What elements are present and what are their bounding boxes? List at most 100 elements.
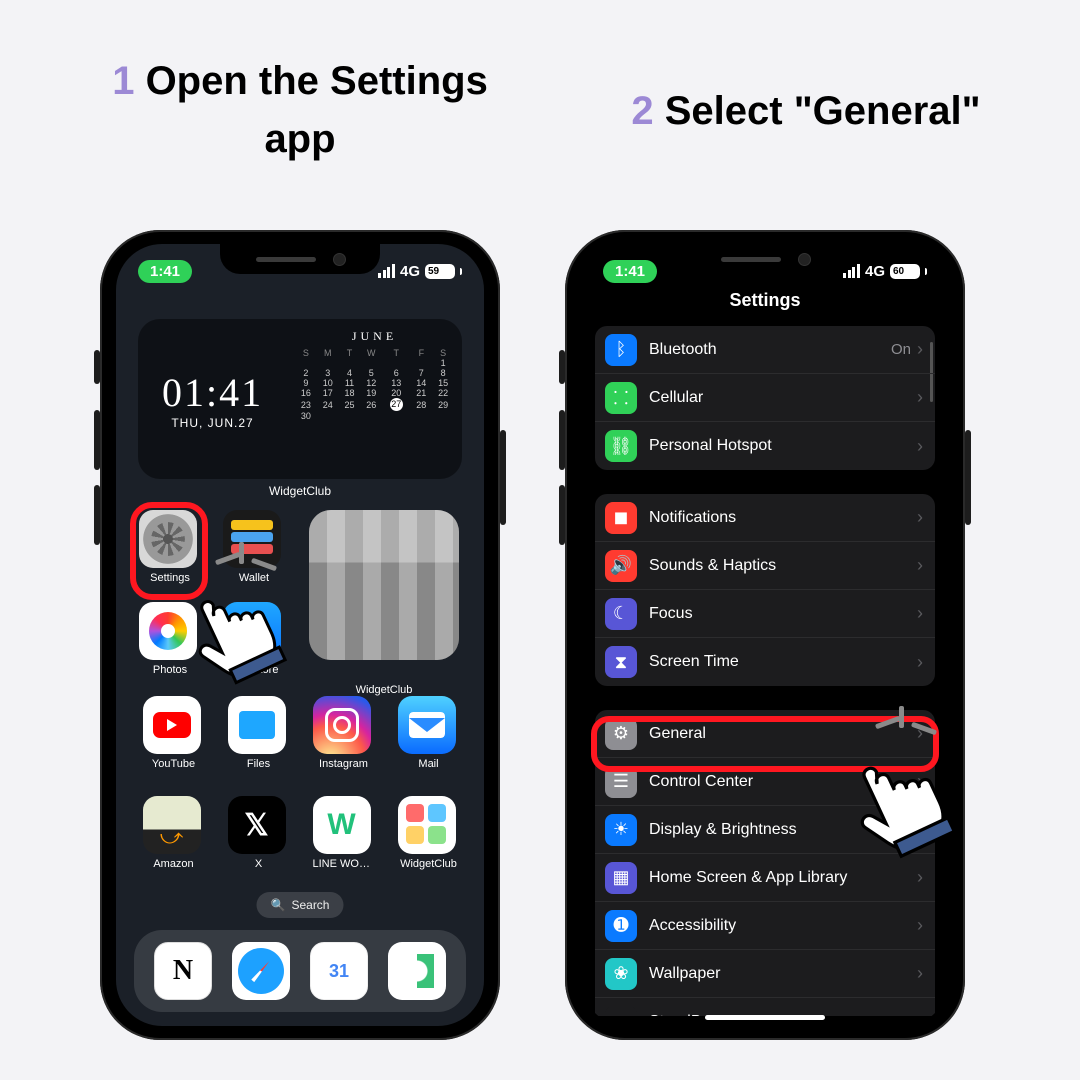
amazon-icon	[143, 796, 201, 854]
clock-calendar-widget[interactable]: 01:41 THU, Jun.27 JUNE SM TW TF S 1 2345…	[138, 319, 462, 479]
bluetooth-icon: ᛒ	[605, 334, 637, 366]
sounds-icon: 🔊	[605, 550, 637, 582]
widgetclub-icon	[398, 796, 456, 854]
row-notifications[interactable]: ◼ Notifications ›	[595, 494, 935, 542]
app-amazon[interactable]: Amazon	[143, 796, 203, 870]
chevron-right-icon: ›	[917, 507, 923, 528]
status-time: 1:41	[603, 260, 657, 283]
battery-icon: 60	[890, 264, 920, 279]
notifications-icon: ◼	[605, 502, 637, 534]
step-number: 2	[631, 89, 653, 133]
display-icon: ☀	[605, 814, 637, 846]
row-label: Bluetooth	[649, 341, 891, 359]
wallpaper-icon: ❀	[605, 958, 637, 990]
row-label: Cellular	[649, 389, 917, 407]
row-label: Accessibility	[649, 917, 917, 935]
row-focus[interactable]: ☾ Focus ›	[595, 590, 935, 638]
row-label: Focus	[649, 605, 917, 623]
instagram-icon	[313, 696, 371, 754]
phone2-screen: 1:41 4G 60 Settings ᛒ Bluetooth On › ⸬ C…	[581, 244, 949, 1026]
mail-icon	[398, 696, 456, 754]
app-lineworks[interactable]: W LINE WORKS	[313, 796, 373, 870]
row-personal-hotspot[interactable]: ⛓ Personal Hotspot ›	[595, 422, 935, 470]
app-label: LINE WORKS	[313, 858, 375, 870]
step-text: Open the Settings app	[146, 59, 488, 161]
page-title: Settings	[581, 290, 949, 311]
chevron-right-icon: ›	[917, 387, 923, 408]
files-icon	[228, 696, 286, 754]
calendar: JUNE SM TW TF S 1 2345678 9101112131415 …	[287, 319, 462, 479]
notch	[220, 244, 380, 274]
phone1-screen: 1:41 4G 59 01:41 THU, Jun.27 JUNE SM TW …	[116, 244, 484, 1026]
home-indicator[interactable]	[705, 1015, 825, 1020]
youtube-icon	[143, 696, 201, 754]
hotspot-icon: ⛓	[605, 430, 637, 462]
chevron-right-icon: ›	[917, 963, 923, 984]
app-label: Mail	[398, 758, 460, 770]
app-youtube[interactable]: YouTube	[143, 696, 203, 770]
hand-icon	[175, 568, 295, 688]
standby-icon: ▣	[605, 1006, 637, 1016]
app-instagram[interactable]: Instagram	[313, 696, 373, 770]
app-label: Files	[228, 758, 290, 770]
status-time: 1:41	[138, 260, 192, 283]
row-accessibility[interactable]: ➊ Accessibility ›	[595, 902, 935, 950]
settings-list[interactable]: ᛒ Bluetooth On › ⸬ Cellular › ⛓ Personal…	[595, 326, 935, 1016]
caption-step-2: 2 Select "General"	[570, 82, 1042, 140]
chevron-right-icon: ›	[917, 915, 923, 936]
row-screen-time[interactable]: ⧗ Screen Time ›	[595, 638, 935, 686]
calendar-month: JUNE	[295, 329, 454, 344]
step-number: 1	[112, 59, 134, 103]
photo-widget[interactable]	[309, 510, 459, 660]
general-icon: ⚙	[605, 718, 637, 750]
network-label: 4G	[865, 263, 885, 280]
dock: N 31	[134, 930, 466, 1012]
row-label: Home Screen & App Library	[649, 869, 917, 887]
photo-widget-label: WidgetClub	[309, 684, 459, 696]
chevron-right-icon: ›	[917, 436, 923, 457]
widget-time: 01:41	[162, 369, 263, 416]
dock-app-4[interactable]	[388, 942, 446, 1000]
dock-app-safari[interactable]	[232, 942, 290, 1000]
focus-icon: ☾	[605, 598, 637, 630]
app-mail[interactable]: Mail	[398, 696, 458, 770]
cellular-icon: ⸬	[605, 382, 637, 414]
chevron-right-icon: ›	[917, 1012, 923, 1017]
tap-indicator	[835, 720, 955, 840]
chevron-right-icon: ›	[917, 603, 923, 624]
dock-app-calendar[interactable]: 31	[310, 942, 368, 1000]
phone-home-screen: 1:41 4G 59 01:41 THU, Jun.27 JUNE SM TW …	[100, 230, 500, 1040]
row-wallpaper[interactable]: ❀ Wallpaper ›	[595, 950, 935, 998]
app-row-4: Amazon 𝕏X W LINE WORKS WidgetClub	[134, 796, 466, 870]
row-cellular[interactable]: ⸬ Cellular ›	[595, 374, 935, 422]
network-label: 4G	[400, 263, 420, 280]
caption-step-1: 1 Open the Settings app	[110, 52, 490, 168]
home-screen-icon: ▦	[605, 862, 637, 894]
lineworks-icon: W	[313, 796, 371, 854]
row-label: Sounds & Haptics	[649, 557, 917, 575]
x-icon: 𝕏	[228, 796, 286, 854]
chevron-right-icon: ›	[917, 339, 923, 360]
battery-icon: 59	[425, 264, 455, 279]
row-bluetooth[interactable]: ᛒ Bluetooth On ›	[595, 326, 935, 374]
chevron-right-icon: ›	[917, 867, 923, 888]
settings-group-connectivity: ᛒ Bluetooth On › ⸬ Cellular › ⛓ Personal…	[595, 326, 935, 470]
home-search[interactable]: 🔍 Search	[257, 892, 344, 918]
control-center-icon: ☰	[605, 766, 637, 798]
row-value: On	[891, 341, 911, 358]
app-widgetclub[interactable]: WidgetClub	[398, 796, 458, 870]
hand-icon	[835, 732, 965, 862]
step-text: Select "General"	[665, 89, 981, 133]
app-files[interactable]: Files	[228, 696, 288, 770]
chevron-right-icon: ›	[917, 652, 923, 673]
phone-settings-screen: 1:41 4G 60 Settings ᛒ Bluetooth On › ⸬ C…	[565, 230, 965, 1040]
app-label: X	[228, 858, 290, 870]
tap-indicator	[175, 556, 295, 676]
dock-app-notion[interactable]: N	[154, 942, 212, 1000]
row-sounds[interactable]: 🔊 Sounds & Haptics ›	[595, 542, 935, 590]
row-standby[interactable]: ▣ StandBy ›	[595, 998, 935, 1016]
app-x[interactable]: 𝕏X	[228, 796, 288, 870]
app-row-3: YouTube Files Instagram Mail	[134, 696, 466, 770]
notch	[685, 244, 845, 274]
row-label: Screen Time	[649, 653, 917, 671]
